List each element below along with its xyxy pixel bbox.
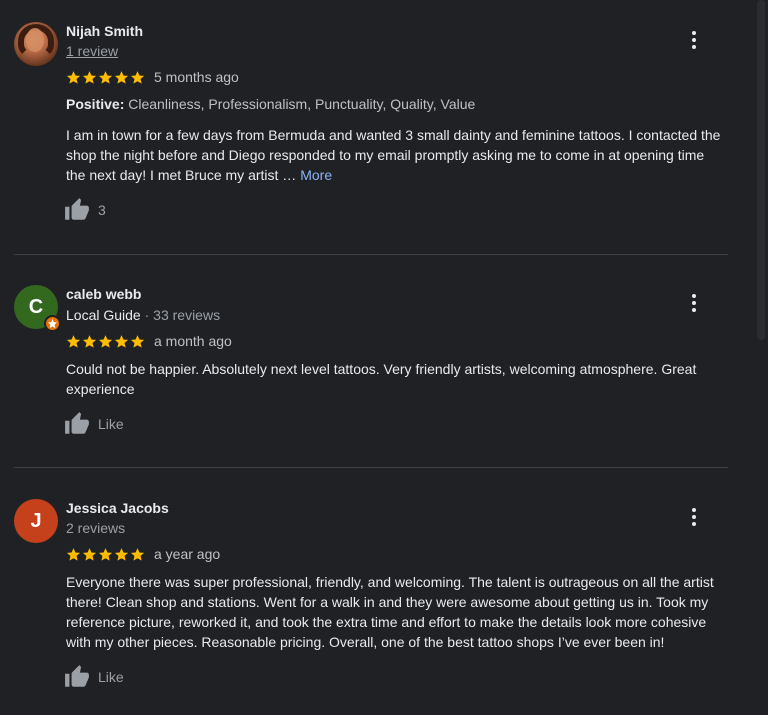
star-rating-row: a month ago bbox=[66, 333, 232, 349]
like-button[interactable]: Like bbox=[64, 411, 124, 437]
star-icon bbox=[66, 70, 81, 84]
review-text: Everyone there was super professional, f… bbox=[66, 574, 714, 650]
author-avatar[interactable] bbox=[14, 22, 58, 66]
review-time: a year ago bbox=[154, 546, 221, 562]
star-icon bbox=[66, 547, 81, 561]
like-button[interactable]: 3 bbox=[64, 197, 106, 223]
author-review-count[interactable]: 2 reviews bbox=[66, 520, 125, 536]
star-icon bbox=[114, 70, 129, 84]
star-rating bbox=[66, 70, 145, 85]
more-options-icon[interactable] bbox=[684, 30, 704, 50]
star-icon bbox=[98, 547, 113, 561]
thumbs-up-icon bbox=[65, 665, 89, 687]
author-avatar[interactable]: C bbox=[14, 285, 61, 332]
author-name[interactable]: Jessica Jacobs bbox=[66, 500, 169, 516]
divider bbox=[14, 467, 728, 468]
star-rating bbox=[66, 334, 145, 349]
star-rating-row: 5 months ago bbox=[66, 69, 239, 85]
star-icon bbox=[98, 334, 113, 348]
star-icon bbox=[114, 547, 129, 561]
author-review-count[interactable]: 1 review bbox=[66, 43, 118, 59]
scrollbar[interactable] bbox=[754, 0, 768, 715]
star-rating-row: a year ago bbox=[66, 546, 220, 562]
star-icon bbox=[130, 334, 145, 348]
star-icon bbox=[114, 334, 129, 348]
star-icon bbox=[82, 70, 97, 84]
author-avatar[interactable]: J bbox=[14, 499, 58, 543]
like-count: 3 bbox=[98, 202, 106, 218]
author-meta: Local Guide · 33 reviews bbox=[66, 307, 220, 323]
star-icon bbox=[98, 70, 113, 84]
like-label: Like bbox=[98, 669, 124, 685]
scrollbar-thumb[interactable] bbox=[757, 0, 765, 340]
star-icon bbox=[82, 547, 97, 561]
star-rating bbox=[66, 547, 145, 562]
more-options-icon[interactable] bbox=[684, 507, 704, 527]
positive-label: Positive: bbox=[66, 96, 125, 112]
divider bbox=[14, 254, 728, 255]
author-name[interactable]: Nijah Smith bbox=[66, 23, 143, 39]
review-text: I am in town for a few days from Bermuda… bbox=[66, 125, 726, 185]
review-time: a month ago bbox=[154, 333, 232, 349]
avatar-initial: J bbox=[30, 509, 42, 532]
more-link[interactable]: More bbox=[300, 167, 332, 183]
local-guide-label: Local Guide bbox=[66, 307, 141, 323]
thumbs-up-icon bbox=[65, 412, 89, 434]
author-review-count[interactable]: · 33 reviews bbox=[145, 307, 220, 323]
star-icon bbox=[66, 334, 81, 348]
review-time: 5 months ago bbox=[154, 69, 239, 85]
thumbs-up-icon bbox=[65, 198, 89, 220]
star-icon bbox=[82, 334, 97, 348]
reviews-panel: Nijah Smith 1 review 5 months ago Positi… bbox=[0, 0, 768, 715]
positive-attributes: Positive: Cleanliness, Professionalism, … bbox=[66, 96, 475, 112]
avatar-initial: C bbox=[28, 295, 44, 318]
review-text: Could not be happier. Absolutely next le… bbox=[66, 361, 697, 397]
like-label: Like bbox=[98, 416, 124, 432]
review-body: I am in town for a few days from Bermuda… bbox=[66, 127, 721, 183]
star-icon bbox=[130, 70, 145, 84]
local-guide-badge-icon bbox=[44, 315, 61, 332]
star-icon bbox=[130, 547, 145, 561]
positive-text: Cleanliness, Professionalism, Punctualit… bbox=[128, 96, 476, 112]
like-button[interactable]: Like bbox=[64, 664, 124, 690]
author-name[interactable]: caleb webb bbox=[66, 286, 141, 302]
more-options-icon[interactable] bbox=[684, 293, 704, 313]
